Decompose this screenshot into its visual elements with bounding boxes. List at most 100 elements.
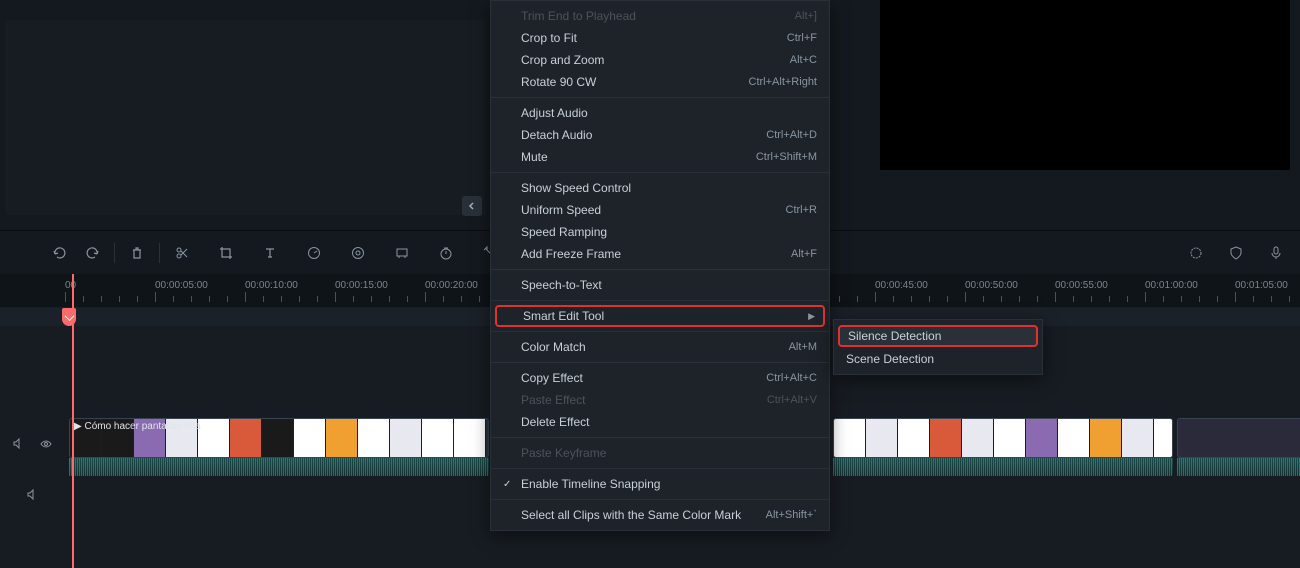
video-clip-far[interactable] xyxy=(1177,418,1300,458)
ruler-mark: 00:00:15:00 xyxy=(335,280,388,291)
menu-separator xyxy=(491,269,829,270)
menu-label: Rotate 90 CW xyxy=(521,75,749,89)
redo-button[interactable] xyxy=(78,239,106,267)
menu-shortcut: Alt+] xyxy=(795,10,817,22)
ruler-mark: 00:00:20:00 xyxy=(425,280,478,291)
menu-label: Crop to Fit xyxy=(521,31,787,45)
media-panel-content xyxy=(5,20,485,215)
menu-label: Mute xyxy=(521,150,756,164)
menu-label: Adjust Audio xyxy=(521,106,817,120)
ruler-mark: 00:00:05:00 xyxy=(155,280,208,291)
menu-label: Smart Edit Tool xyxy=(523,309,808,323)
menu-item-rotate-90-cw[interactable]: Rotate 90 CWCtrl+Alt+Right xyxy=(491,71,829,93)
chevron-right-icon: ▶ xyxy=(808,311,815,322)
menu-label: Enable Timeline Snapping xyxy=(521,477,817,491)
ruler-mark: 00:00:50:00 xyxy=(965,280,1018,291)
menu-separator xyxy=(491,300,829,301)
menu-shortcut: Alt+M xyxy=(789,341,817,353)
media-panel xyxy=(0,0,490,230)
text-button[interactable] xyxy=(256,239,284,267)
ruler-mark: 00:01:05:00 xyxy=(1235,280,1288,291)
visibility-icon[interactable] xyxy=(39,437,53,451)
menu-label: Delete Effect xyxy=(521,415,817,429)
menu-label: Copy Effect xyxy=(521,371,766,385)
clip-label: ▶ Cómo hacer pantallas fina xyxy=(74,421,201,432)
menu-item-delete-effect[interactable]: Delete Effect xyxy=(491,411,829,433)
split-button[interactable] xyxy=(168,239,196,267)
menu-separator xyxy=(491,172,829,173)
mic-icon[interactable] xyxy=(1262,239,1290,267)
menu-shortcut: Ctrl+Alt+D xyxy=(766,129,817,141)
menu-label: Color Match xyxy=(521,340,789,354)
menu-item-speech-to-text[interactable]: Speech-to-Text xyxy=(491,274,829,296)
menu-separator xyxy=(491,362,829,363)
ruler-mark: 00 xyxy=(65,280,76,291)
menu-item-paste-keyframe: Paste Keyframe xyxy=(491,442,829,464)
menu-item-adjust-audio[interactable]: Adjust Audio xyxy=(491,102,829,124)
audio-waveform-right[interactable] xyxy=(833,458,1173,476)
menu-label: Select all Clips with the Same Color Mar… xyxy=(521,508,766,522)
menu-item-detach-audio[interactable]: Detach AudioCtrl+Alt+D xyxy=(491,124,829,146)
menu-item-crop-to-fit[interactable]: Crop to FitCtrl+F xyxy=(491,27,829,49)
mute-icon[interactable] xyxy=(12,437,25,450)
menu-item-crop-and-zoom[interactable]: Crop and ZoomAlt+C xyxy=(491,49,829,71)
submenu-item-scene-detection[interactable]: Scene Detection xyxy=(834,348,1042,370)
timer-button[interactable] xyxy=(432,239,460,267)
menu-shortcut: Alt+F xyxy=(791,248,817,260)
audio-waveform[interactable] xyxy=(69,458,489,476)
menu-shortcut: Alt+Shift+` xyxy=(766,509,817,521)
menu-item-color-match[interactable]: Color MatchAlt+M xyxy=(491,336,829,358)
menu-item-trim-end-to-playhead: Trim End to PlayheadAlt+] xyxy=(491,5,829,27)
playhead-handle[interactable] xyxy=(62,308,76,326)
menu-label: Crop and Zoom xyxy=(521,53,790,67)
menu-label: Paste Effect xyxy=(521,393,767,407)
menu-shortcut: Ctrl+Alt+Right xyxy=(749,76,817,88)
menu-label: Show Speed Control xyxy=(521,181,817,195)
menu-item-select-all-clips-with-the-same-color-mark[interactable]: Select all Clips with the Same Color Mar… xyxy=(491,504,829,526)
menu-item-smart-edit-tool[interactable]: Smart Edit Tool▶ xyxy=(495,305,825,327)
menu-item-add-freeze-frame[interactable]: Add Freeze FrameAlt+F xyxy=(491,243,829,265)
context-menu: Trim End to PlayheadAlt+]Crop to FitCtrl… xyxy=(490,0,830,531)
ruler-mark: 00:01:00:00 xyxy=(1145,280,1198,291)
menu-shortcut: Ctrl+R xyxy=(786,204,817,216)
menu-separator xyxy=(491,97,829,98)
render-icon[interactable] xyxy=(1182,239,1210,267)
menu-item-speed-ramping[interactable]: Speed Ramping xyxy=(491,221,829,243)
collapse-panel-button[interactable] xyxy=(462,196,482,216)
marker-button[interactable] xyxy=(388,239,416,267)
menu-label: Speed Ramping xyxy=(521,225,817,239)
menu-separator xyxy=(491,437,829,438)
menu-shortcut: Alt+C xyxy=(790,54,817,66)
menu-separator xyxy=(491,331,829,332)
submenu-item-silence-detection[interactable]: Silence Detection xyxy=(838,325,1038,347)
menu-label: Add Freeze Frame xyxy=(521,247,791,261)
menu-shortcut: Ctrl+Alt+C xyxy=(766,372,817,384)
crop-button[interactable] xyxy=(212,239,240,267)
smart-edit-submenu: Silence DetectionScene Detection xyxy=(833,319,1043,375)
menu-item-enable-timeline-snapping[interactable]: ✓Enable Timeline Snapping xyxy=(491,473,829,495)
video-clip[interactable]: ▶ Cómo hacer pantallas fina xyxy=(69,418,489,458)
ruler-mark: 00:00:55:00 xyxy=(1055,280,1108,291)
track-controls xyxy=(0,326,65,568)
menu-shortcut: Ctrl+F xyxy=(787,32,817,44)
menu-label: Trim End to Playhead xyxy=(521,9,795,23)
color-button[interactable] xyxy=(344,239,372,267)
preview-video[interactable] xyxy=(880,0,1290,170)
menu-separator xyxy=(491,499,829,500)
menu-item-uniform-speed[interactable]: Uniform SpeedCtrl+R xyxy=(491,199,829,221)
audio-mute-icon[interactable] xyxy=(26,488,39,501)
menu-label: Uniform Speed xyxy=(521,203,786,217)
menu-item-show-speed-control[interactable]: Show Speed Control xyxy=(491,177,829,199)
delete-button[interactable] xyxy=(123,239,151,267)
menu-item-copy-effect[interactable]: Copy EffectCtrl+Alt+C xyxy=(491,367,829,389)
undo-button[interactable] xyxy=(46,239,74,267)
menu-separator xyxy=(491,468,829,469)
menu-item-mute[interactable]: MuteCtrl+Shift+M xyxy=(491,146,829,168)
menu-shortcut: Ctrl+Shift+M xyxy=(756,151,817,163)
speed-dial-icon[interactable] xyxy=(300,239,328,267)
ruler-mark: 00:00:10:00 xyxy=(245,280,298,291)
audio-waveform-far[interactable] xyxy=(1177,458,1300,476)
menu-item-paste-effect: Paste EffectCtrl+Alt+V xyxy=(491,389,829,411)
shield-icon[interactable] xyxy=(1222,239,1250,267)
video-clip-right[interactable] xyxy=(833,418,1173,458)
